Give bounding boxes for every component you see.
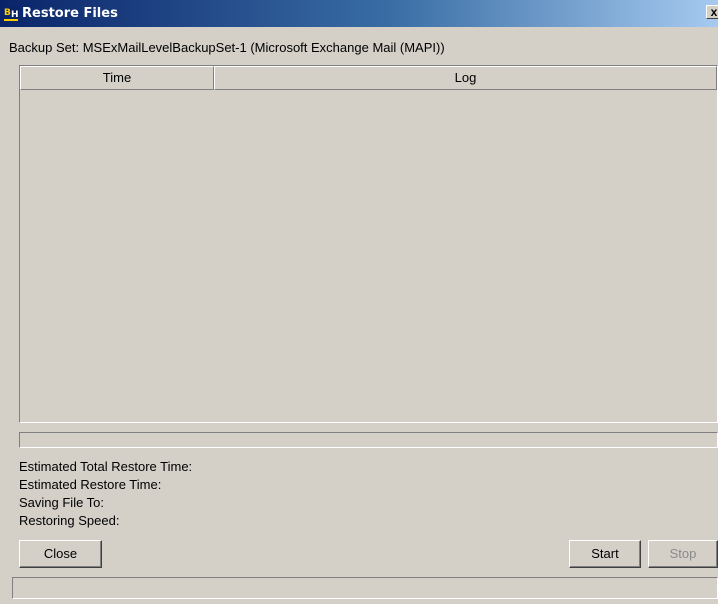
close-icon: x xyxy=(710,5,718,19)
backup-set-label: Backup Set: MSExMailLevelBackupSet-1 (Mi… xyxy=(9,40,445,55)
window-title: Restore Files xyxy=(22,6,118,21)
svg-text:H: H xyxy=(11,10,19,20)
close-button[interactable]: Close xyxy=(19,540,102,568)
start-button[interactable]: Start xyxy=(569,540,641,568)
table-header: Time Log xyxy=(20,66,717,90)
close-window-button[interactable]: x xyxy=(706,5,718,19)
svg-text:B: B xyxy=(4,8,11,18)
column-header-time[interactable]: Time xyxy=(20,66,214,90)
status-bar xyxy=(12,577,718,599)
log-table[interactable]: Time Log xyxy=(19,65,718,423)
restoring-speed-label: Restoring Speed: xyxy=(19,513,120,528)
title-bar[interactable]: B H Restore Files x xyxy=(0,0,718,27)
restore-progress-bar xyxy=(19,432,718,448)
estimated-restore-time-label: Estimated Restore Time: xyxy=(19,477,162,492)
column-header-log[interactable]: Log xyxy=(214,66,717,90)
backup-app-icon: B H xyxy=(3,5,19,22)
estimated-total-restore-time-label: Estimated Total Restore Time: xyxy=(19,459,193,474)
stop-button[interactable]: Stop xyxy=(648,540,718,568)
saving-file-to-label: Saving File To: xyxy=(19,495,105,510)
